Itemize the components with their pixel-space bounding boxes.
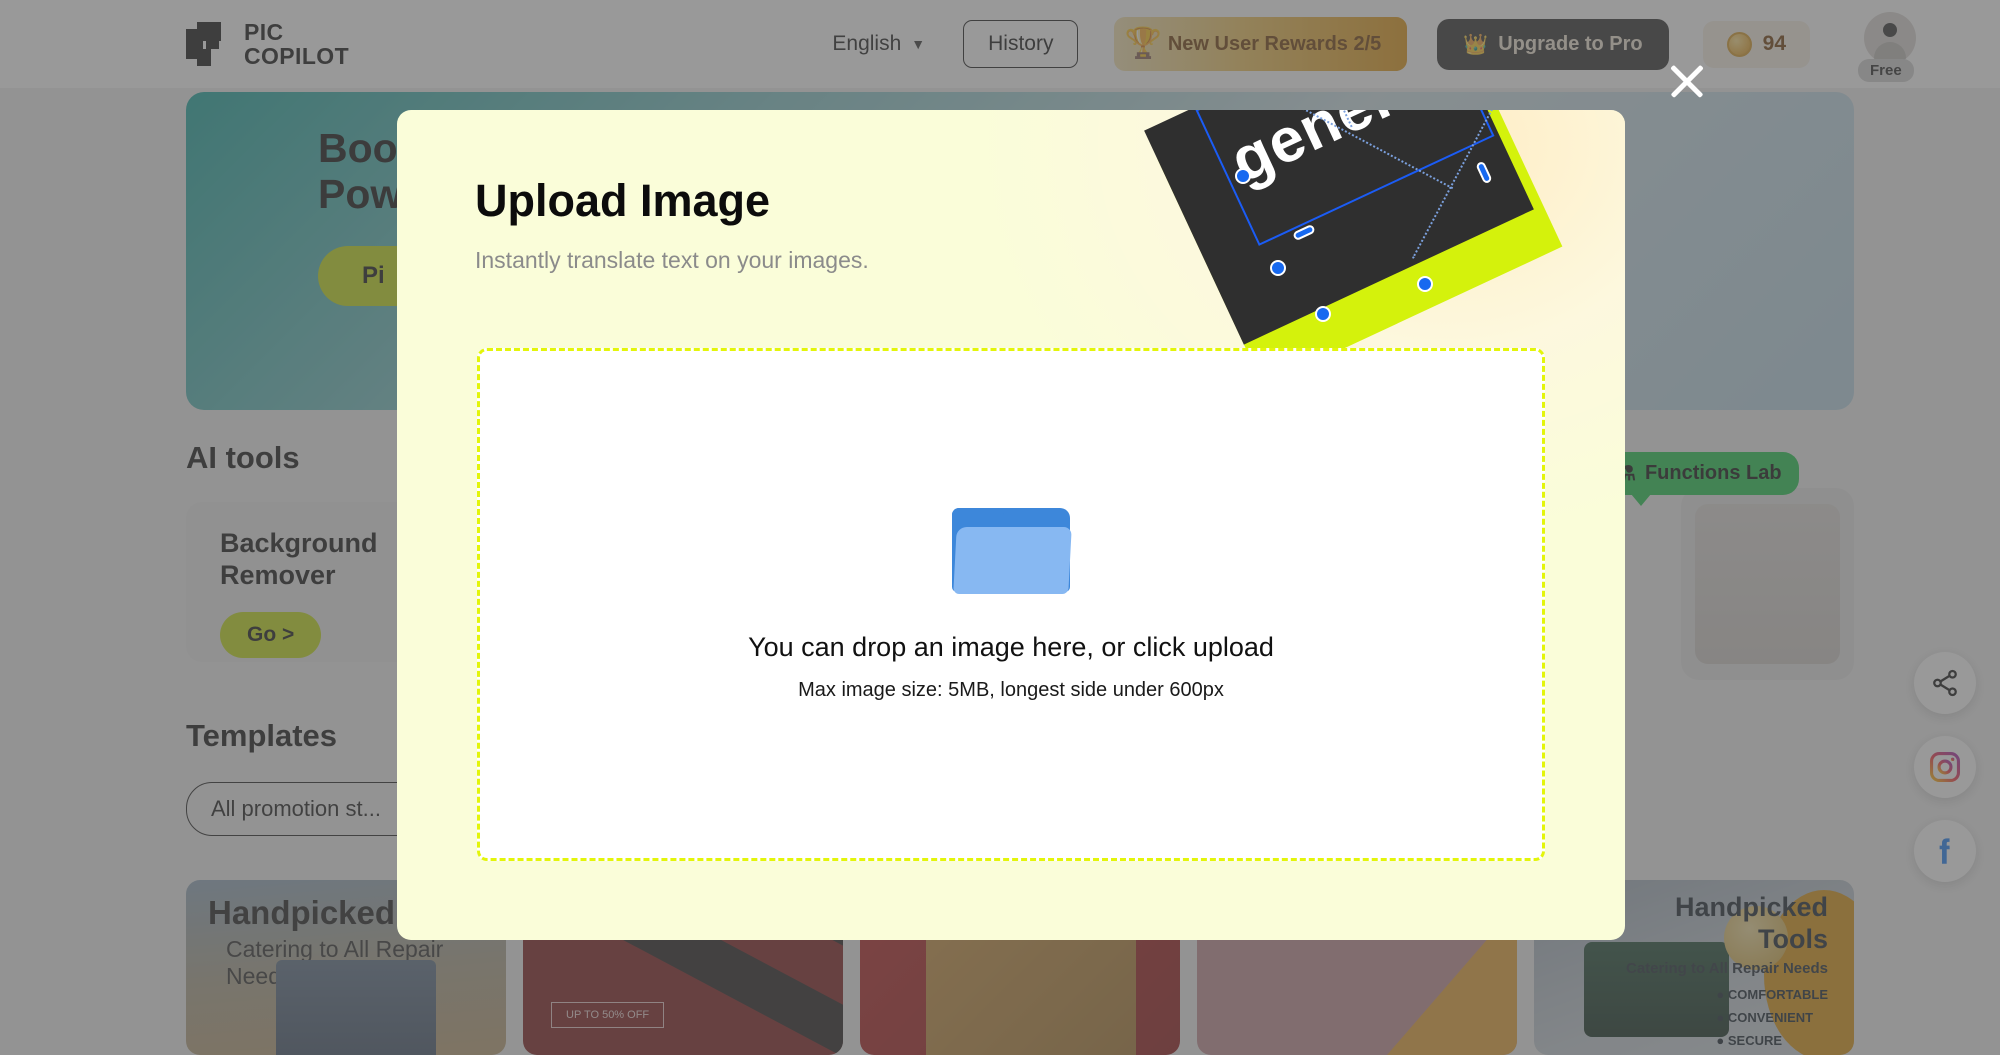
decorative-handle-dot (1270, 260, 1286, 276)
modal-header: Upload Image Instantly translate text on… (475, 175, 869, 274)
upload-image-modal: gener... Upload Image Instantly translat… (397, 110, 1625, 940)
folder-icon (952, 507, 1072, 594)
modal-title: Upload Image (475, 175, 771, 226)
close-icon[interactable] (1664, 58, 1710, 104)
modal-subtitle: Instantly translate text on your images. (475, 247, 869, 273)
upload-dropzone[interactable]: You can drop an image here, or click upl… (477, 348, 1545, 861)
dropzone-secondary-text: Max image size: 5MB, longest side under … (798, 678, 1224, 701)
decorative-handle-dot (1235, 168, 1251, 184)
decorative-handle-dot (1315, 306, 1331, 322)
decorative-handle-dot (1417, 276, 1433, 292)
dropzone-primary-text: You can drop an image here, or click upl… (748, 631, 1274, 662)
